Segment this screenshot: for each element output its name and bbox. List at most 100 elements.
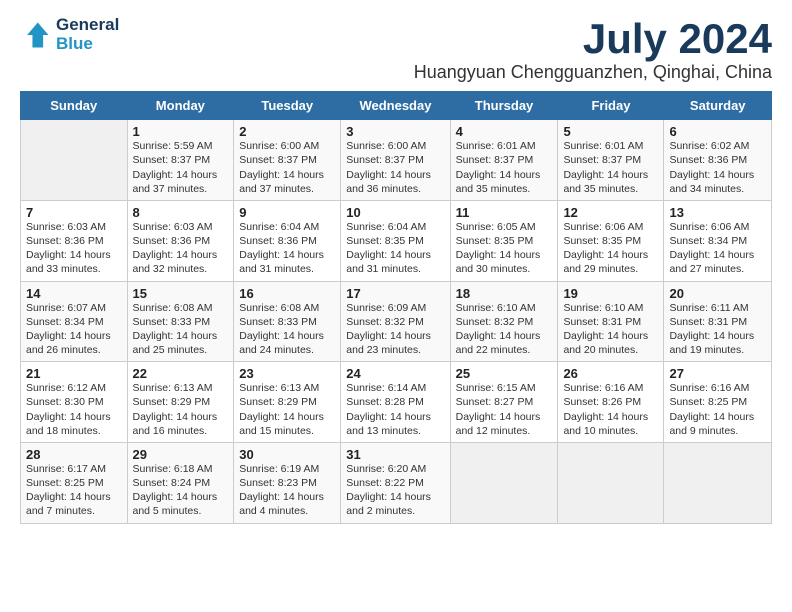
cell-daylight: Daylight: 14 hours and 19 minutes. <box>669 329 766 357</box>
calendar-cell: 17Sunrise: 6:09 AMSunset: 8:32 PMDayligh… <box>341 281 450 362</box>
cell-daylight: Daylight: 14 hours and 26 minutes. <box>26 329 122 357</box>
cell-sunrise: Sunrise: 6:05 AM <box>456 220 553 234</box>
cell-daylight: Daylight: 14 hours and 5 minutes. <box>133 490 229 518</box>
calendar-week-row: 14Sunrise: 6:07 AMSunset: 8:34 PMDayligh… <box>21 281 772 362</box>
cell-daylight: Daylight: 14 hours and 22 minutes. <box>456 329 553 357</box>
cell-day-number: 10 <box>346 205 360 220</box>
calendar-header-row: SundayMondayTuesdayWednesdayThursdayFrid… <box>21 92 772 120</box>
col-header-saturday: Saturday <box>664 92 772 120</box>
cell-sunrise: Sunrise: 6:20 AM <box>346 462 444 476</box>
calendar-cell: 18Sunrise: 6:10 AMSunset: 8:32 PMDayligh… <box>450 281 558 362</box>
page-title: July 2024 <box>414 16 772 62</box>
cell-details: Sunrise: 6:10 AMSunset: 8:31 PMDaylight:… <box>563 301 658 358</box>
page-subtitle: Huangyuan Chengguanzhen, Qinghai, China <box>414 62 772 83</box>
calendar-cell: 1Sunrise: 5:59 AMSunset: 8:37 PMDaylight… <box>127 120 234 201</box>
calendar-cell <box>558 442 664 523</box>
cell-day-number: 24 <box>346 366 360 381</box>
cell-sunrise: Sunrise: 6:03 AM <box>133 220 229 234</box>
cell-daylight: Daylight: 14 hours and 32 minutes. <box>133 248 229 276</box>
calendar-cell <box>21 120 128 201</box>
cell-day-number: 3 <box>346 124 353 139</box>
cell-sunrise: Sunrise: 6:11 AM <box>669 301 766 315</box>
cell-day-number: 27 <box>669 366 683 381</box>
col-header-tuesday: Tuesday <box>234 92 341 120</box>
cell-details: Sunrise: 6:03 AMSunset: 8:36 PMDaylight:… <box>133 220 229 277</box>
cell-daylight: Daylight: 14 hours and 23 minutes. <box>346 329 444 357</box>
calendar-cell: 23Sunrise: 6:13 AMSunset: 8:29 PMDayligh… <box>234 362 341 443</box>
cell-daylight: Daylight: 14 hours and 33 minutes. <box>26 248 122 276</box>
cell-details: Sunrise: 6:02 AMSunset: 8:36 PMDaylight:… <box>669 139 766 196</box>
calendar-cell: 10Sunrise: 6:04 AMSunset: 8:35 PMDayligh… <box>341 200 450 281</box>
cell-details: Sunrise: 6:03 AMSunset: 8:36 PMDaylight:… <box>26 220 122 277</box>
calendar-cell: 6Sunrise: 6:02 AMSunset: 8:36 PMDaylight… <box>664 120 772 201</box>
cell-day-number: 17 <box>346 286 360 301</box>
col-header-wednesday: Wednesday <box>341 92 450 120</box>
calendar-cell: 2Sunrise: 6:00 AMSunset: 8:37 PMDaylight… <box>234 120 341 201</box>
cell-details: Sunrise: 5:59 AMSunset: 8:37 PMDaylight:… <box>133 139 229 196</box>
cell-sunrise: Sunrise: 6:10 AM <box>563 301 658 315</box>
cell-sunset: Sunset: 8:31 PM <box>669 315 766 329</box>
cell-day-number: 8 <box>133 205 140 220</box>
cell-daylight: Daylight: 14 hours and 12 minutes. <box>456 410 553 438</box>
cell-sunset: Sunset: 8:37 PM <box>346 153 444 167</box>
cell-sunset: Sunset: 8:37 PM <box>133 153 229 167</box>
cell-sunset: Sunset: 8:34 PM <box>669 234 766 248</box>
col-header-friday: Friday <box>558 92 664 120</box>
cell-sunrise: Sunrise: 6:04 AM <box>239 220 335 234</box>
cell-sunrise: Sunrise: 6:01 AM <box>456 139 553 153</box>
cell-daylight: Daylight: 14 hours and 36 minutes. <box>346 168 444 196</box>
cell-daylight: Daylight: 14 hours and 15 minutes. <box>239 410 335 438</box>
cell-sunrise: Sunrise: 6:16 AM <box>563 381 658 395</box>
cell-details: Sunrise: 6:16 AMSunset: 8:26 PMDaylight:… <box>563 381 658 438</box>
cell-day-number: 11 <box>456 205 470 220</box>
cell-day-number: 20 <box>669 286 683 301</box>
cell-sunrise: Sunrise: 6:18 AM <box>133 462 229 476</box>
cell-sunrise: Sunrise: 6:01 AM <box>563 139 658 153</box>
col-header-thursday: Thursday <box>450 92 558 120</box>
cell-sunset: Sunset: 8:32 PM <box>456 315 553 329</box>
cell-details: Sunrise: 6:13 AMSunset: 8:29 PMDaylight:… <box>239 381 335 438</box>
cell-day-number: 6 <box>669 124 676 139</box>
cell-daylight: Daylight: 14 hours and 20 minutes. <box>563 329 658 357</box>
cell-details: Sunrise: 6:19 AMSunset: 8:23 PMDaylight:… <box>239 462 335 519</box>
calendar-cell: 30Sunrise: 6:19 AMSunset: 8:23 PMDayligh… <box>234 442 341 523</box>
cell-sunrise: Sunrise: 6:08 AM <box>133 301 229 315</box>
cell-day-number: 14 <box>26 286 40 301</box>
calendar-cell: 19Sunrise: 6:10 AMSunset: 8:31 PMDayligh… <box>558 281 664 362</box>
cell-sunset: Sunset: 8:25 PM <box>669 395 766 409</box>
calendar-cell: 3Sunrise: 6:00 AMSunset: 8:37 PMDaylight… <box>341 120 450 201</box>
cell-sunset: Sunset: 8:36 PM <box>133 234 229 248</box>
cell-sunset: Sunset: 8:37 PM <box>563 153 658 167</box>
calendar-cell: 4Sunrise: 6:01 AMSunset: 8:37 PMDaylight… <box>450 120 558 201</box>
logo-icon <box>20 19 52 51</box>
cell-daylight: Daylight: 14 hours and 2 minutes. <box>346 490 444 518</box>
calendar-cell: 5Sunrise: 6:01 AMSunset: 8:37 PMDaylight… <box>558 120 664 201</box>
cell-daylight: Daylight: 14 hours and 29 minutes. <box>563 248 658 276</box>
cell-details: Sunrise: 6:01 AMSunset: 8:37 PMDaylight:… <box>456 139 553 196</box>
calendar-cell <box>664 442 772 523</box>
cell-sunset: Sunset: 8:35 PM <box>563 234 658 248</box>
cell-sunrise: Sunrise: 6:10 AM <box>456 301 553 315</box>
cell-details: Sunrise: 6:06 AMSunset: 8:35 PMDaylight:… <box>563 220 658 277</box>
cell-sunset: Sunset: 8:35 PM <box>346 234 444 248</box>
cell-sunset: Sunset: 8:30 PM <box>26 395 122 409</box>
cell-day-number: 5 <box>563 124 570 139</box>
cell-sunset: Sunset: 8:32 PM <box>346 315 444 329</box>
cell-day-number: 16 <box>239 286 253 301</box>
cell-day-number: 7 <box>26 205 33 220</box>
cell-day-number: 2 <box>239 124 246 139</box>
cell-sunset: Sunset: 8:37 PM <box>239 153 335 167</box>
cell-details: Sunrise: 6:06 AMSunset: 8:34 PMDaylight:… <box>669 220 766 277</box>
cell-sunrise: Sunrise: 6:14 AM <box>346 381 444 395</box>
calendar-cell: 21Sunrise: 6:12 AMSunset: 8:30 PMDayligh… <box>21 362 128 443</box>
cell-sunrise: Sunrise: 6:04 AM <box>346 220 444 234</box>
calendar-cell: 27Sunrise: 6:16 AMSunset: 8:25 PMDayligh… <box>664 362 772 443</box>
calendar-cell: 9Sunrise: 6:04 AMSunset: 8:36 PMDaylight… <box>234 200 341 281</box>
cell-daylight: Daylight: 14 hours and 31 minutes. <box>346 248 444 276</box>
cell-sunrise: Sunrise: 6:19 AM <box>239 462 335 476</box>
calendar-cell: 26Sunrise: 6:16 AMSunset: 8:26 PMDayligh… <box>558 362 664 443</box>
calendar-cell: 24Sunrise: 6:14 AMSunset: 8:28 PMDayligh… <box>341 362 450 443</box>
calendar-cell: 28Sunrise: 6:17 AMSunset: 8:25 PMDayligh… <box>21 442 128 523</box>
cell-sunset: Sunset: 8:25 PM <box>26 476 122 490</box>
calendar-cell: 31Sunrise: 6:20 AMSunset: 8:22 PMDayligh… <box>341 442 450 523</box>
